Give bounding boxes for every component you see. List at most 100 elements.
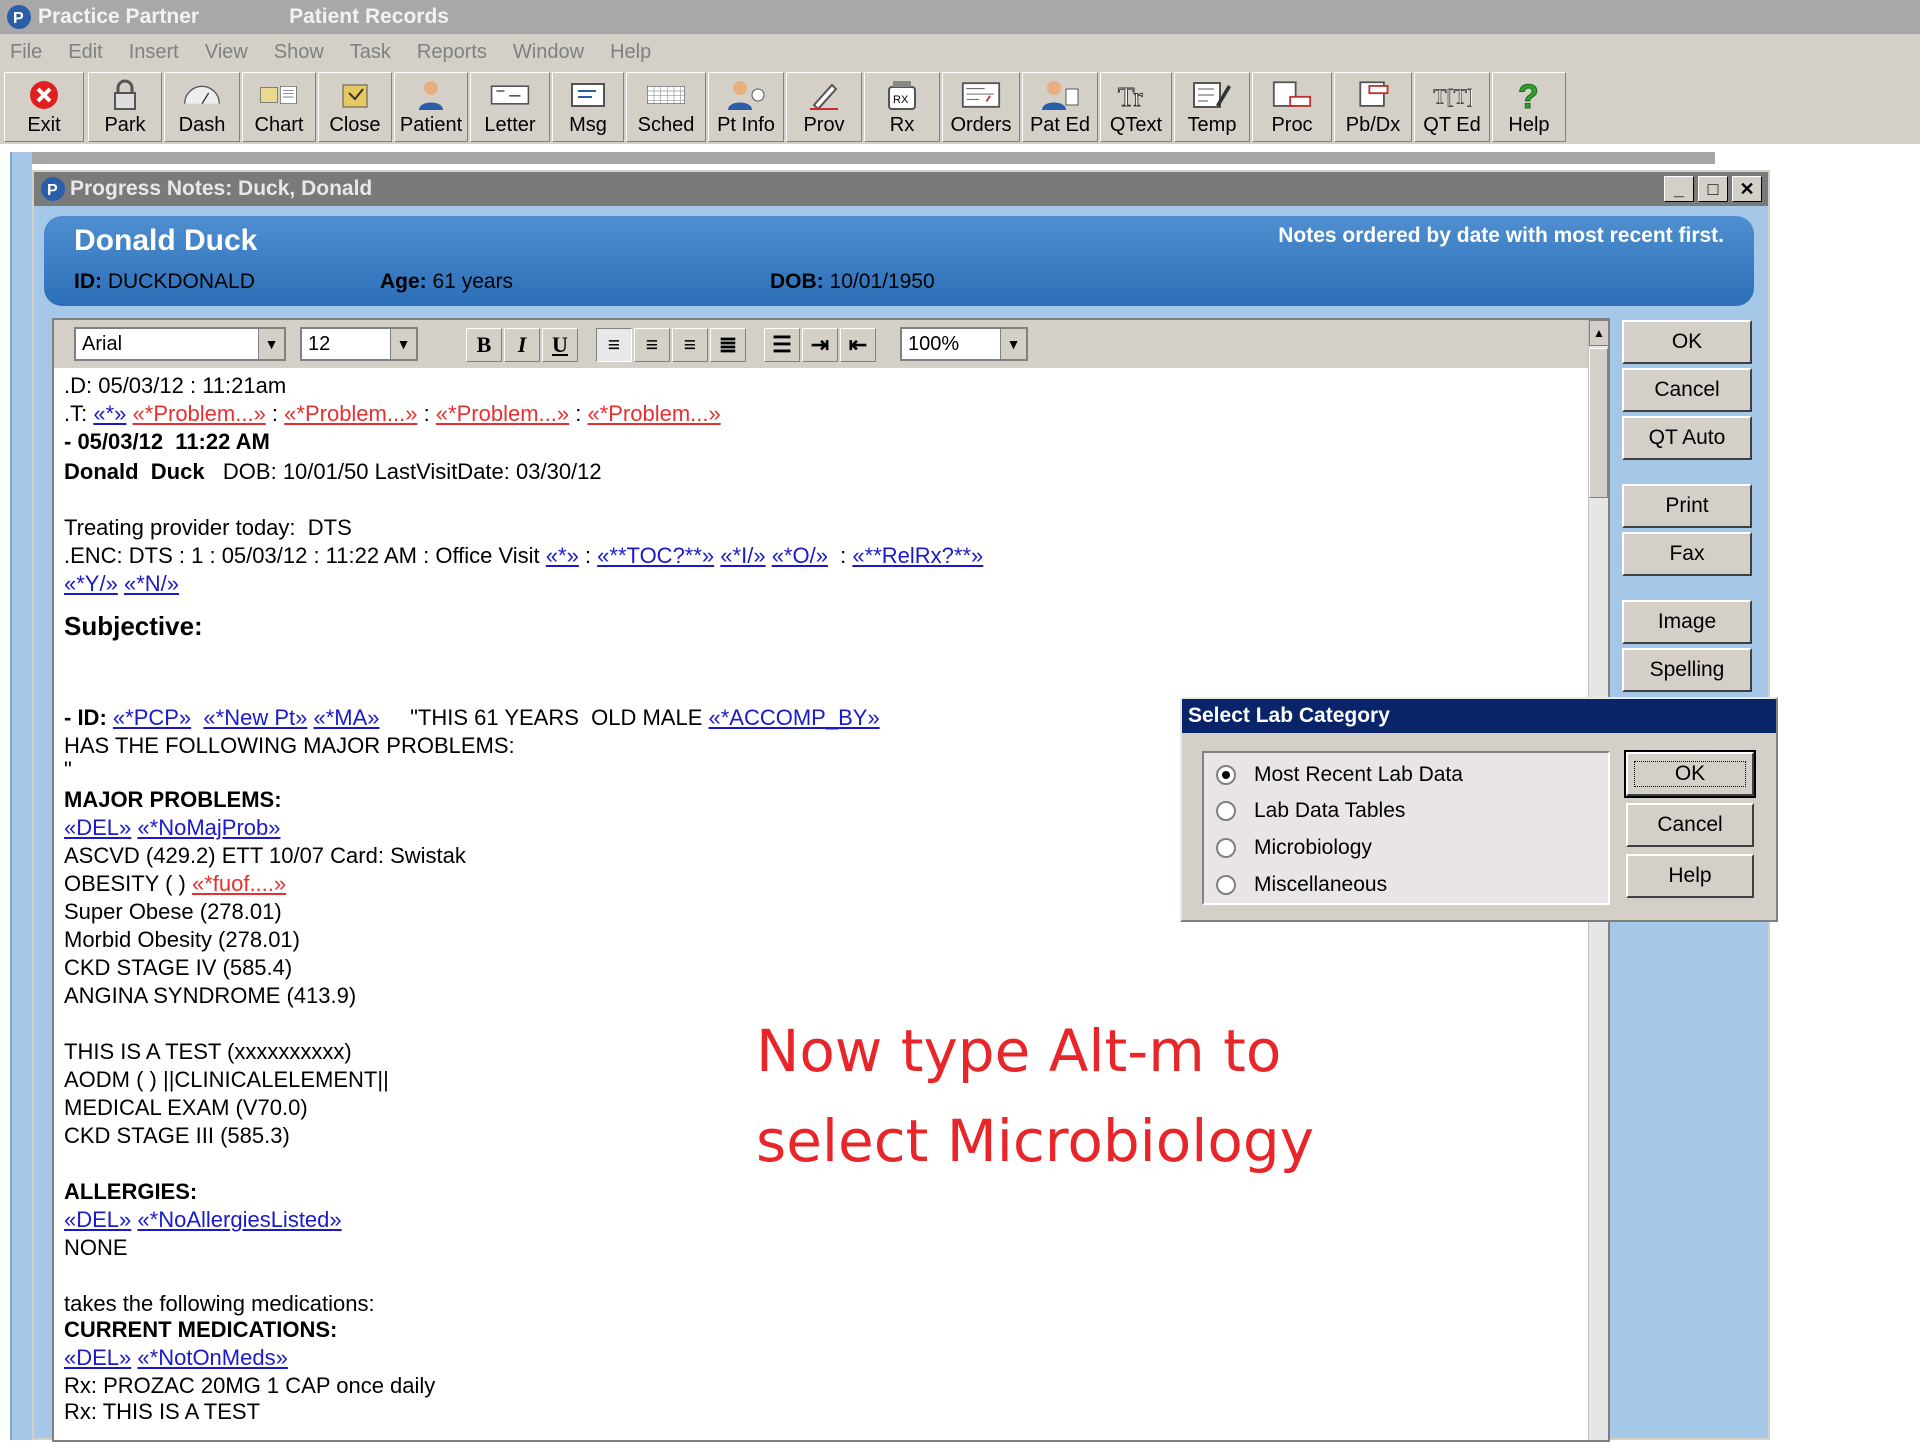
sched-button[interactable]: Sched <box>626 72 706 142</box>
separator: : <box>569 401 588 426</box>
problem-link-2[interactable]: «*Problem...» <box>284 401 417 426</box>
new-pt-link[interactable]: «*New Pt» <box>203 705 307 730</box>
msg-button[interactable]: Msg <box>552 72 624 142</box>
no-allergies-link[interactable]: «*NoAllergiesListed» <box>137 1207 341 1232</box>
orders-label: Orders <box>950 114 1012 136</box>
proc-button[interactable]: Proc <box>1252 72 1332 142</box>
fax-button[interactable]: Fax <box>1622 532 1752 576</box>
menu-reports[interactable]: Reports <box>417 41 487 64</box>
enc-link-star[interactable]: «*» <box>546 543 579 568</box>
image-button[interactable]: Image <box>1622 600 1752 644</box>
lab-category-options: Most Recent Lab Data Lab Data Tables Mic… <box>1202 751 1610 905</box>
accomp-by-link[interactable]: «*ACCOMP_BY» <box>709 705 880 730</box>
dash-button[interactable]: Dash <box>164 72 240 142</box>
menu-file[interactable]: File <box>10 41 42 64</box>
menu-window[interactable]: Window <box>513 41 584 64</box>
close-button[interactable]: Close <box>318 72 392 142</box>
problem-link-4[interactable]: «*Problem...» <box>587 401 720 426</box>
dialog-help-button[interactable]: Help <box>1626 854 1754 898</box>
enc-link-toc[interactable]: «**TOC?**» <box>597 543 714 568</box>
underline-button[interactable]: U <box>542 328 578 362</box>
letter-button[interactable]: Letter <box>470 72 550 142</box>
qt-ed-button[interactable]: T[T] QT Ed <box>1414 72 1490 142</box>
prov-button[interactable]: Prov <box>786 72 862 142</box>
enc-link-o[interactable]: «*O/» <box>772 543 828 568</box>
window-close-button[interactable]: ✕ <box>1732 176 1762 202</box>
qt-auto-button[interactable]: QT Auto <box>1622 416 1752 460</box>
indent-button[interactable]: ⇥ <box>802 328 838 362</box>
del-link[interactable]: «DEL» <box>64 1345 131 1370</box>
current-meds-heading: CURRENT MEDICATIONS: <box>64 1317 338 1342</box>
menu-edit[interactable]: Edit <box>68 41 102 64</box>
menu-task[interactable]: Task <box>350 41 391 64</box>
pat-ed-button[interactable]: Pat Ed <box>1022 72 1098 142</box>
menu-view[interactable]: View <box>205 41 248 64</box>
menu-help[interactable]: Help <box>610 41 651 64</box>
pt-info-button[interactable]: Pt Info <box>708 72 784 142</box>
radio-selected-icon[interactable] <box>1216 765 1236 785</box>
maximize-button[interactable]: □ <box>1698 176 1728 202</box>
dialog-cancel-button[interactable]: Cancel <box>1626 803 1754 847</box>
letter-icon <box>490 85 530 105</box>
pcp-link[interactable]: «*PCP» <box>113 705 191 730</box>
option-miscellaneous[interactable]: Miscellaneous <box>1216 873 1387 897</box>
chevron-down-icon[interactable]: ▼ <box>258 329 284 359</box>
print-button[interactable]: Print <box>1622 484 1752 528</box>
radio-icon[interactable] <box>1216 838 1236 858</box>
font-size-select[interactable]: 12 ▼ <box>300 327 418 361</box>
chart-button[interactable]: Chart <box>242 72 316 142</box>
zoom-select[interactable]: 100% ▼ <box>900 327 1028 361</box>
radio-icon[interactable] <box>1216 875 1236 895</box>
align-center-button[interactable]: ≡ <box>634 328 670 362</box>
help-button[interactable]: ? Help <box>1492 72 1566 142</box>
temp-button[interactable]: Temp <box>1174 72 1250 142</box>
option-most-recent-lab-data[interactable]: Most Recent Lab Data <box>1216 763 1463 787</box>
park-button[interactable]: Park <box>88 72 162 142</box>
chevron-down-icon[interactable]: ▼ <box>1000 329 1026 359</box>
dialog-ok-button[interactable]: OK <box>1624 750 1756 798</box>
cancel-button[interactable]: Cancel <box>1622 368 1752 412</box>
del-link[interactable]: «DEL» <box>64 1207 131 1232</box>
ma-link[interactable]: «*MA» <box>313 705 379 730</box>
patient-dob-label: DOB: <box>770 270 824 293</box>
option-lab-data-tables[interactable]: Lab Data Tables <box>1216 799 1405 823</box>
fuof-link[interactable]: «*fuof....» <box>192 871 286 896</box>
qtext-button[interactable]: Tr QText <box>1100 72 1172 142</box>
svg-text:P: P <box>47 182 58 199</box>
orders-button[interactable]: Orders <box>942 72 1020 142</box>
radio-icon[interactable] <box>1216 801 1236 821</box>
menu-show[interactable]: Show <box>274 41 324 64</box>
enc-prefix: .ENC: DTS : 1 : 05/03/12 : 11:22 AM : Of… <box>64 543 546 568</box>
not-on-meds-link[interactable]: «*NotOnMeds» <box>137 1345 287 1370</box>
doc-date-line: .D: 05/03/12 : 11:21am <box>64 373 287 398</box>
italic-button[interactable]: I <box>504 328 540 362</box>
scroll-up-icon[interactable]: ▲ <box>1589 320 1609 346</box>
exit-button[interactable]: Exit <box>4 72 84 142</box>
align-left-button[interactable]: ≡ <box>596 328 632 362</box>
ok-button[interactable]: OK <box>1622 320 1752 364</box>
align-right-button[interactable]: ≡ <box>672 328 708 362</box>
spelling-button[interactable]: Spelling <box>1622 648 1752 692</box>
bold-button[interactable]: B <box>466 328 502 362</box>
patient-button[interactable]: Patient <box>394 72 468 142</box>
enc-link-i[interactable]: «*I/» <box>720 543 765 568</box>
link-star[interactable]: «*» <box>93 401 126 426</box>
chevron-down-icon[interactable]: ▼ <box>390 329 416 359</box>
problem-link-1[interactable]: «*Problem...» <box>133 401 266 426</box>
no-maj-prob-link[interactable]: «*NoMajProb» <box>137 815 280 840</box>
rx-button[interactable]: RX Rx <box>864 72 940 142</box>
option-microbiology[interactable]: Microbiology <box>1216 836 1372 860</box>
enc-link-relrx[interactable]: «**RelRx?**» <box>852 543 983 568</box>
font-name-select[interactable]: Arial ▼ <box>74 327 286 361</box>
yes-link[interactable]: «*Y/» <box>64 571 118 596</box>
menu-insert[interactable]: Insert <box>129 41 179 64</box>
problem-link-3[interactable]: «*Problem...» <box>436 401 569 426</box>
minimize-button[interactable]: _ <box>1664 176 1694 202</box>
no-link[interactable]: «*N/» <box>124 571 179 596</box>
del-link[interactable]: «DEL» <box>64 815 131 840</box>
bullet-list-button[interactable]: ☰ <box>764 328 800 362</box>
outdent-button[interactable]: ⇤ <box>840 328 876 362</box>
justify-button[interactable]: ≣ <box>710 328 746 362</box>
scroll-thumb[interactable] <box>1589 348 1608 498</box>
pb-dx-button[interactable]: Pb/Dx <box>1334 72 1412 142</box>
